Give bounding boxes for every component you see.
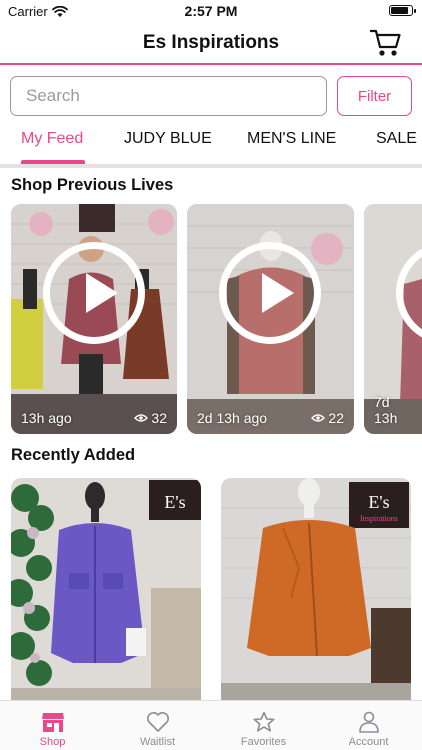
tab-judy-blue[interactable]: JUDY BLUE bbox=[124, 130, 212, 148]
view-count-value: 22 bbox=[328, 410, 344, 426]
tab-account-label: Account bbox=[348, 736, 389, 748]
shop-icon bbox=[41, 713, 64, 732]
cart-icon bbox=[369, 29, 401, 56]
tab-waitlist-label: Waitlist bbox=[139, 736, 176, 748]
play-icon bbox=[219, 242, 321, 344]
live-video-card[interactable]: 7d 13h bbox=[364, 204, 422, 434]
tab-favorites-label: Favorites bbox=[240, 736, 287, 748]
person-icon bbox=[358, 711, 379, 733]
live-card-meta: 13h ago 32 bbox=[21, 410, 167, 426]
live-video-card[interactable]: 2d 13h ago 22 bbox=[187, 204, 354, 434]
tabs-divider bbox=[0, 164, 422, 168]
battery-fill bbox=[391, 7, 408, 14]
product-card[interactable]: E's Inspirations bbox=[221, 478, 411, 708]
view-count: 22 bbox=[311, 410, 344, 426]
store-sign-text: E's bbox=[164, 492, 185, 512]
star-icon bbox=[252, 711, 275, 732]
page-title: Es Inspirations bbox=[142, 32, 280, 53]
store-sign-subtext: Inspirations bbox=[360, 514, 398, 523]
search-input[interactable] bbox=[10, 76, 327, 116]
eye-icon bbox=[311, 414, 326, 422]
tab-favorites[interactable]: Favorites bbox=[211, 711, 316, 748]
tab-account[interactable]: Account bbox=[316, 711, 421, 748]
live-card-meta: 2d 13h ago 22 bbox=[197, 410, 344, 426]
view-count-value: 32 bbox=[151, 410, 167, 426]
battery-icon bbox=[389, 5, 416, 16]
product-image: E's bbox=[11, 478, 201, 708]
tab-mens-line[interactable]: MEN'S LINE bbox=[247, 130, 336, 148]
recently-added-title: Recently Added bbox=[11, 446, 136, 464]
live-video-card[interactable]: 13h ago 32 bbox=[11, 204, 177, 434]
play-icon bbox=[43, 242, 145, 344]
category-tabs: My Feed JUDY BLUE MEN'S LINE SALE bbox=[0, 124, 422, 166]
product-image: E's Inspirations bbox=[221, 478, 411, 708]
product-card[interactable]: E's bbox=[11, 478, 201, 708]
live-time-ago: 13h ago bbox=[21, 410, 72, 426]
tab-my-feed[interactable]: My Feed bbox=[21, 130, 83, 148]
nav-bar: Es Inspirations bbox=[0, 22, 422, 65]
cart-button[interactable] bbox=[369, 28, 402, 58]
live-time-ago: 2d 13h ago bbox=[197, 410, 268, 426]
previous-lives-title: Shop Previous Lives bbox=[11, 176, 174, 194]
status-bar: Carrier 2:57 PM bbox=[0, 0, 422, 22]
status-time: 2:57 PM bbox=[184, 3, 238, 19]
tab-waitlist[interactable]: Waitlist bbox=[105, 711, 210, 748]
eye-icon bbox=[134, 414, 149, 422]
filter-button[interactable]: Filter bbox=[337, 76, 412, 116]
live-card-meta: 7d 13h bbox=[374, 394, 412, 426]
live-time-ago: 7d 13h bbox=[374, 394, 398, 426]
heart-icon bbox=[146, 712, 169, 732]
store-sign-text: E's bbox=[368, 492, 389, 512]
tab-shop-label: Shop bbox=[39, 736, 66, 748]
bottom-tab-bar: Shop Waitlist Favorites Account bbox=[0, 700, 422, 750]
view-count: 32 bbox=[134, 410, 167, 426]
tab-shop[interactable]: Shop bbox=[0, 711, 105, 748]
tab-sale[interactable]: SALE bbox=[376, 130, 417, 148]
